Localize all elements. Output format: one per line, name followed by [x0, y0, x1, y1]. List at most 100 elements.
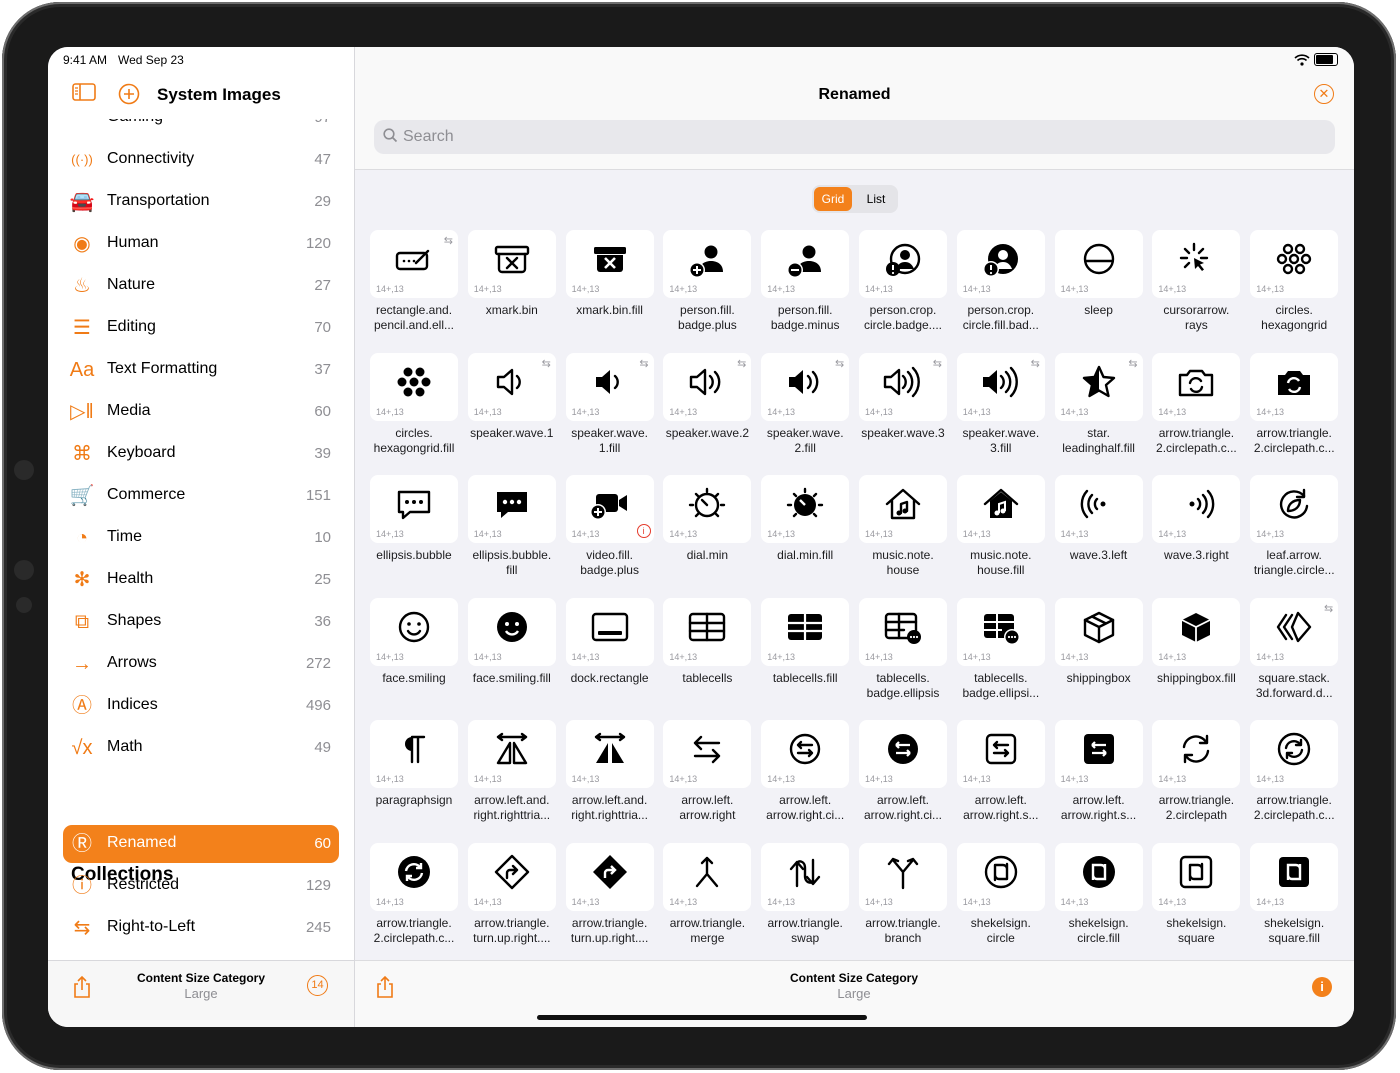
symbol-tile[interactable]: 14+,13 — [1054, 597, 1143, 666]
symbol-tile[interactable]: 14+,13 — [663, 842, 752, 911]
symbol-cell[interactable]: 14+,13 arrow.left. arrow.right — [663, 720, 753, 838]
symbol-cell[interactable]: 14+,13 ⇆ speaker.wave. 2.fill — [761, 352, 851, 471]
sidebar-item-renamed[interactable]: Ⓡ Renamed 60 — [63, 825, 339, 863]
sidebar-item-editing[interactable]: ☰ Editing 70 — [63, 309, 339, 347]
symbol-tile[interactable]: 14+,13 — [1152, 842, 1241, 911]
symbol-cell[interactable]: 14+,13 arrow.triangle. branch — [859, 842, 949, 961]
symbol-tile[interactable]: 14+,13 — [1054, 842, 1143, 911]
symbol-cell[interactable]: 14+,13 dock.rectangle — [565, 597, 656, 716]
symbol-tile[interactable]: 14+,13 — [956, 720, 1045, 788]
symbol-cell[interactable]: 14+,13 arrow.triangle. swap — [761, 842, 851, 961]
symbol-cell[interactable]: 14+,13 ⇆ star. leadinghalf.fill — [1054, 352, 1145, 471]
symbol-cell[interactable]: 14+,13 sleep — [1054, 230, 1145, 348]
symbol-tile[interactable]: 14+,13 — [956, 842, 1045, 911]
symbol-tile[interactable]: 14+,13 — [467, 475, 556, 543]
symbol-cell[interactable]: 14+,13 ellipsis.bubble. fill — [467, 475, 558, 593]
symbol-cell[interactable]: 14+,13 person.fill. badge.plus — [663, 230, 753, 348]
symbol-cell[interactable]: 14+,13 arrow.triangle. turn.up.right.... — [565, 842, 656, 961]
symbol-cell[interactable]: 14+,13 person.fill. badge.minus — [761, 230, 851, 348]
symbol-tile[interactable]: 14+,13 ⇆ — [565, 352, 654, 421]
symbol-cell[interactable]: 14+,13 face.smiling — [370, 597, 460, 716]
symbol-tile[interactable]: 14+,13 ⇆ — [1054, 352, 1143, 421]
sidebar-item-shapes[interactable]: ⧉ Shapes 36 — [63, 603, 339, 641]
symbol-cell[interactable]: 14+,13 arrow.triangle. 2.circlepath.c... — [1250, 352, 1340, 471]
symbol-cell[interactable]: 14+,13 shekelsign. square — [1152, 842, 1242, 961]
symbol-tile[interactable]: 14+,13 — [1054, 475, 1143, 543]
search-input[interactable]: Search — [374, 120, 1335, 154]
symbol-tile[interactable]: 14+,13 — [370, 475, 458, 543]
symbol-cell[interactable]: 14+,13 arrow.left. arrow.right.s... — [956, 720, 1047, 838]
sidebar-item-transportation[interactable]: 🚘 Transportation 29 — [63, 183, 339, 221]
symbol-cell[interactable]: 14+,13 ⇆ rectangle.and. pencil.and.ell... — [370, 230, 460, 348]
symbol-cell[interactable]: 14+,13 i video.fill. badge.plus — [565, 475, 656, 593]
sidebar-item-right-to-left[interactable]: ⇆ Right-to-Left 245 — [63, 909, 339, 947]
share-icon[interactable] — [72, 975, 92, 1004]
symbol-tile[interactable]: 14+,13 — [761, 230, 850, 298]
symbol-tile[interactable]: 14+,13 — [1152, 352, 1241, 421]
sidebar-item-commerce[interactable]: 🛒 Commerce 151 — [63, 477, 339, 515]
share-icon[interactable] — [375, 975, 395, 1004]
sidebar-item-nature[interactable]: ♨ Nature 27 — [63, 267, 339, 305]
symbol-cell[interactable]: 14+,13 music.note. house — [859, 475, 949, 593]
symbol-cell[interactable]: 14+,13 wave.3.right — [1152, 475, 1242, 593]
symbol-tile[interactable]: 14+,13 ⇆ — [761, 352, 850, 421]
segment-list[interactable]: List — [856, 187, 896, 211]
symbol-tile[interactable]: 14+,13 — [956, 475, 1045, 543]
symbol-cell[interactable]: 14+,13 arrow.triangle. turn.up.right.... — [467, 842, 558, 961]
symbol-tile[interactable]: 14+,13 ⇆ — [956, 352, 1045, 421]
symbol-tile[interactable]: 14+,13 — [859, 230, 947, 298]
symbol-cell[interactable]: 14+,13 tablecells — [663, 597, 753, 716]
sidebar-item-restricted[interactable]: ⓘ Restricted 129 — [63, 867, 339, 905]
sidebar-toggle-icon[interactable] — [72, 82, 96, 107]
symbol-tile[interactable]: 14+,13 — [1152, 597, 1241, 666]
symbol-tile[interactable]: 14+,13 — [859, 842, 947, 911]
sidebar-item-indices[interactable]: Ⓐ Indices 496 — [63, 687, 339, 725]
symbol-tile[interactable]: 14+,13 — [1250, 230, 1339, 298]
symbol-cell[interactable]: 14+,13 face.smiling.fill — [467, 597, 558, 716]
symbol-cell[interactable]: 14+,13 tablecells. badge.ellipsi... — [956, 597, 1047, 716]
symbol-tile[interactable]: 14+,13 — [1054, 230, 1143, 298]
symbol-tile[interactable]: 14+,13 — [761, 475, 850, 543]
sidebar-item-connectivity[interactable]: ((·)) Connectivity 47 — [63, 141, 339, 179]
symbol-tile[interactable]: 14+,13 ⇆ — [1250, 597, 1339, 666]
symbol-tile[interactable]: 14+,13 — [663, 230, 752, 298]
symbol-cell[interactable]: 14+,13 arrow.left.and. right.righttria... — [565, 720, 656, 838]
symbol-cell[interactable]: 14+,13 dial.min — [663, 475, 753, 593]
symbol-tile[interactable]: 14+,13 — [1054, 720, 1143, 788]
sidebar-item-math[interactable]: √x Math 49 — [63, 729, 339, 767]
symbol-cell[interactable]: 14+,13 ellipsis.bubble — [370, 475, 460, 593]
symbol-cell[interactable]: 14+,13 shekelsign. circle — [956, 842, 1047, 961]
symbol-cell[interactable]: 14+,13 person.crop. circle.fill.bad... — [956, 230, 1047, 348]
symbol-tile[interactable]: 14+,13 — [467, 597, 556, 666]
symbol-cell[interactable]: 14+,13 arrow.triangle. 2.circlepath — [1152, 720, 1242, 838]
symbol-tile[interactable]: 14+,13 — [1250, 842, 1339, 911]
sidebar-item-text-formatting[interactable]: Aa Text Formatting 37 — [63, 351, 339, 389]
symbol-tile[interactable]: 14+,13 — [663, 475, 752, 543]
symbol-cell[interactable]: 14+,13 xmark.bin — [467, 230, 558, 348]
segment-grid[interactable]: Grid — [814, 187, 852, 211]
sidebar-item-arrows[interactable]: → Arrows 272 — [63, 645, 339, 683]
symbol-cell[interactable]: 14+,13 ⇆ speaker.wave. 1.fill — [565, 352, 656, 471]
symbol-cell[interactable]: 14+,13 leaf.arrow. triangle.circle... — [1250, 475, 1340, 593]
symbol-cell[interactable]: 14+,13 tablecells.fill — [761, 597, 851, 716]
symbol-cell[interactable]: 14+,13 wave.3.left — [1054, 475, 1145, 593]
symbol-tile[interactable]: 14+,13 — [761, 720, 850, 788]
close-button[interactable]: ✕ — [1314, 84, 1334, 104]
sidebar-item-human[interactable]: ◉ Human 120 — [63, 225, 339, 263]
sidebar-item-gaming[interactable]: ◠ Gaming 97 — [63, 119, 339, 137]
symbol-tile[interactable]: 14+,13 ⇆ — [467, 352, 556, 421]
symbol-tile[interactable]: 14+,13 — [467, 230, 556, 298]
symbol-cell[interactable]: 14+,13 music.note. house.fill — [956, 475, 1047, 593]
symbol-tile[interactable]: 14+,13 — [1250, 352, 1339, 421]
size-badge-button[interactable]: 14 — [307, 975, 328, 996]
symbol-tile[interactable]: 14+,13 — [565, 597, 654, 666]
symbol-cell[interactable]: 14+,13 ⇆ speaker.wave.2 — [663, 352, 753, 471]
symbol-tile[interactable]: 14+,13 — [1152, 720, 1241, 788]
symbol-tile[interactable]: 14+,13 — [859, 597, 947, 666]
symbol-tile[interactable]: 14+,13 — [467, 842, 556, 911]
symbol-cell[interactable]: 14+,13 tablecells. badge.ellipsis — [859, 597, 949, 716]
symbol-cell[interactable]: 14+,13 xmark.bin.fill — [565, 230, 656, 348]
symbol-tile[interactable]: 14+,13 — [1152, 230, 1241, 298]
symbol-cell[interactable]: 14+,13 arrow.left. arrow.right.s... — [1054, 720, 1145, 838]
symbol-cell[interactable]: 14+,13 arrow.triangle. 2.circlepath.c... — [1152, 352, 1242, 471]
